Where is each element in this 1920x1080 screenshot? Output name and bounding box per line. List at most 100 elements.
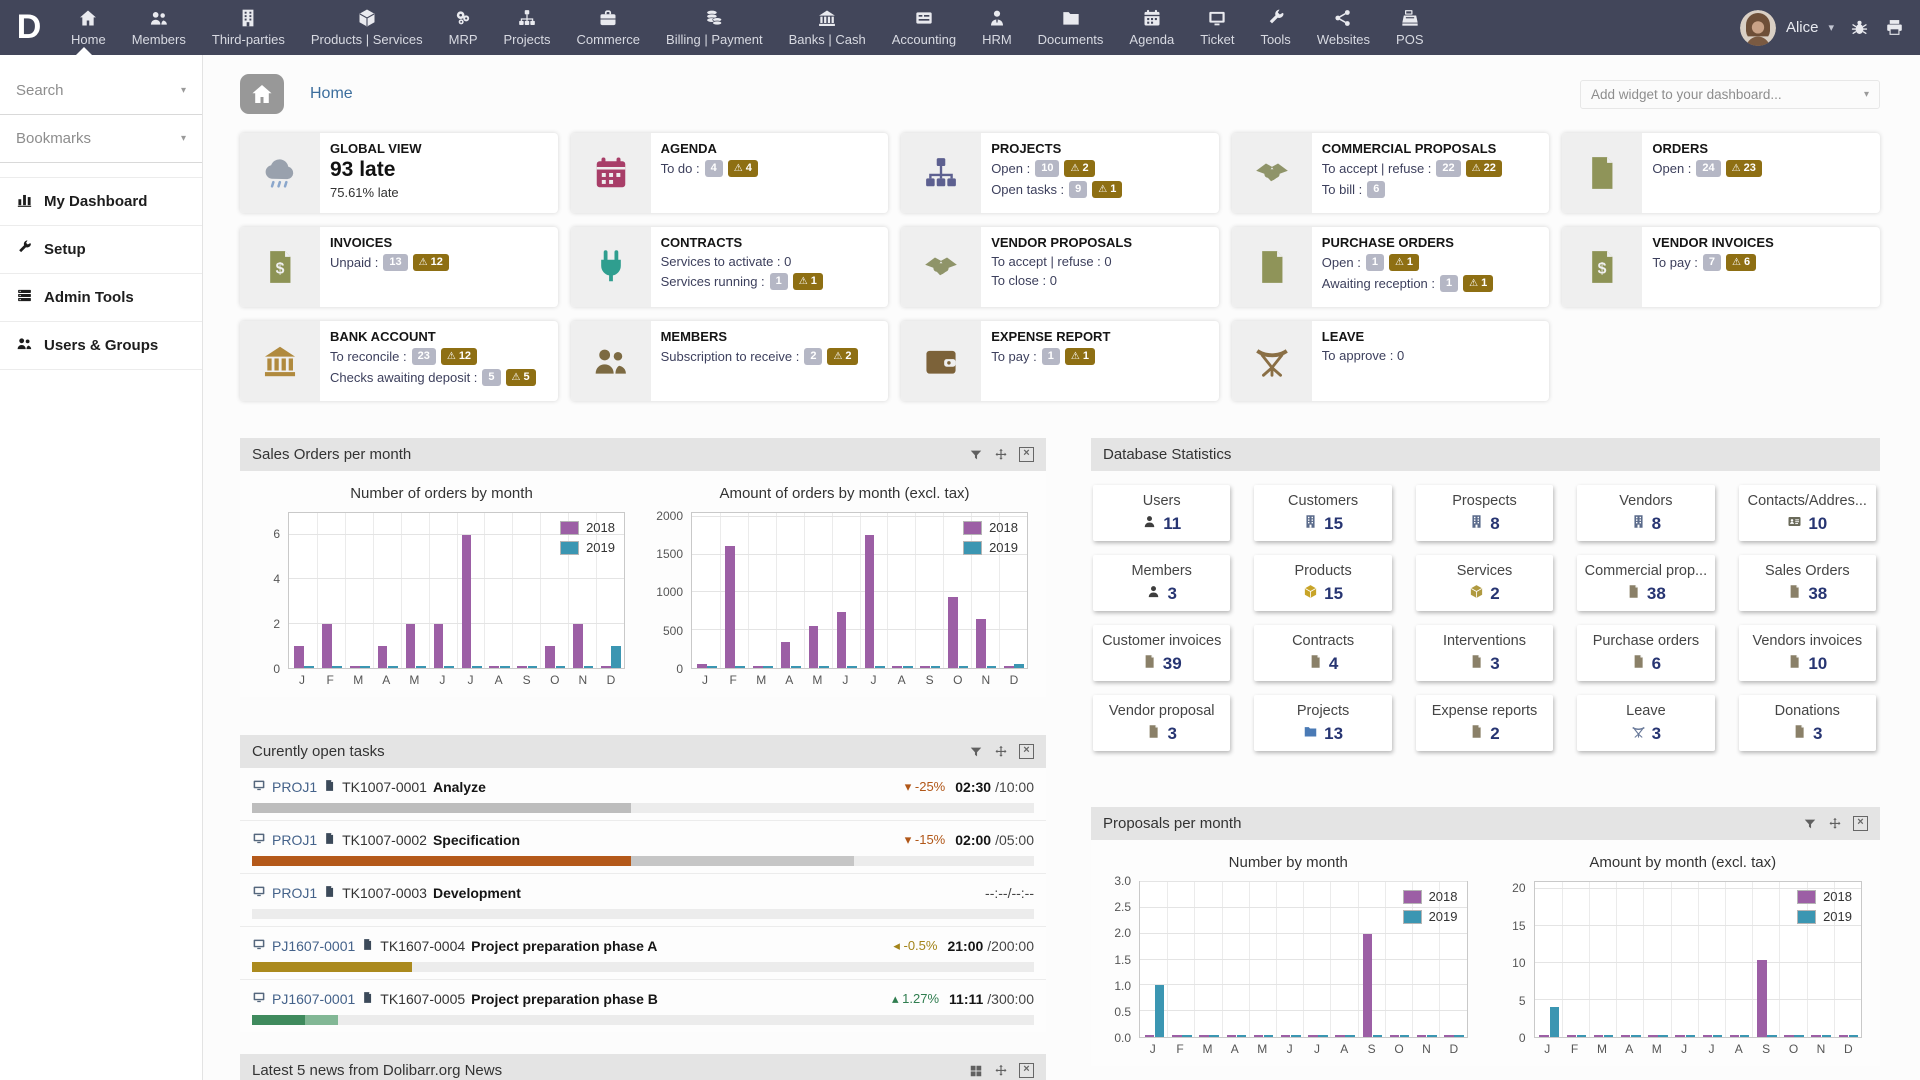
warning-badge[interactable]: ⚠ 12 — [440, 348, 478, 365]
move-icon[interactable] — [994, 745, 1008, 759]
grid-icon[interactable] — [969, 1064, 983, 1078]
add-widget-select[interactable]: Add widget to your dashboard... ▾ — [1580, 79, 1880, 109]
warning-badge[interactable]: ⚠ 6 — [1726, 254, 1757, 271]
task-name[interactable]: Project preparation phase A — [471, 938, 657, 954]
stat-vendor-proposal[interactable]: Vendor proposal 3 — [1093, 695, 1231, 751]
widget-members[interactable]: MEMBERS Subscription to receive :2 ⚠ 2 — [570, 321, 889, 401]
stat-leave[interactable]: Leave 3 — [1577, 695, 1715, 751]
nav-item-billing-payment[interactable]: Billing | Payment — [653, 0, 776, 55]
sidebar-item-setup[interactable]: Setup — [0, 226, 202, 274]
widget-bank-account[interactable]: BANK ACCOUNT To reconcile :23 ⚠ 12 Checks aw… — [240, 321, 558, 401]
nav-item-ticket[interactable]: Ticket — [1187, 0, 1247, 55]
count-badge[interactable]: 10 — [1035, 160, 1060, 177]
project-ref[interactable]: PJ1607-0001 — [272, 991, 355, 1007]
stat-vendors[interactable]: Vendors 8 — [1577, 485, 1715, 541]
stat-vendors-invoices[interactable]: Vendors invoices 10 — [1738, 625, 1876, 681]
widget-global-view[interactable]: GLOBAL VIEW 93 late 75.61% late — [240, 133, 558, 213]
count-badge[interactable]: 23 — [411, 348, 436, 365]
move-icon[interactable] — [994, 1064, 1008, 1078]
project-ref[interactable]: PROJ1 — [272, 885, 317, 901]
widget-vendor-invoices[interactable]: $ VENDOR INVOICES To pay :7 ⚠ 6 — [1562, 227, 1880, 307]
stat-users[interactable]: Users 11 — [1093, 485, 1231, 541]
stat-donations[interactable]: Donations 3 — [1738, 695, 1876, 751]
user-name[interactable]: Alice — [1786, 19, 1819, 36]
warning-badge[interactable]: ⚠ 2 — [827, 348, 858, 365]
project-ref[interactable]: PJ1607-0001 — [272, 938, 355, 954]
widget-vendor-proposals[interactable]: VENDOR PROPOSALS To accept | refuse : 0 To… — [901, 227, 1219, 307]
nav-item-banks-cash[interactable]: Banks | Cash — [776, 0, 879, 55]
chevron-down-icon[interactable]: ▾ — [1828, 21, 1834, 34]
warning-badge[interactable]: ⚠ 4 — [727, 160, 758, 177]
task-name[interactable]: Development — [433, 885, 521, 901]
project-ref[interactable]: PROJ1 — [272, 779, 317, 795]
app-logo[interactable]: D — [0, 0, 58, 55]
count-badge[interactable]: 7 — [1702, 254, 1722, 271]
close-icon[interactable]: × — [1853, 816, 1868, 831]
warning-badge[interactable]: ⚠ 22 — [1465, 160, 1502, 177]
count-badge[interactable]: 2 — [804, 348, 823, 365]
widget-agenda[interactable]: AGENDA To do :4 ⚠ 4 — [570, 133, 889, 213]
nav-item-tools[interactable]: Tools — [1247, 0, 1303, 55]
count-badge[interactable]: 6 — [1367, 181, 1386, 198]
funnel-icon[interactable] — [969, 448, 983, 462]
widget-invoices[interactable]: $ INVOICES Unpaid :13 ⚠ 12 — [240, 227, 558, 307]
task-ref[interactable]: TK1607-0004 — [380, 938, 465, 954]
widget-purchase-orders[interactable]: PURCHASE ORDERS Open :1 ⚠ 1 Awaiting recepti… — [1231, 227, 1550, 307]
stat-sales-orders[interactable]: Sales Orders 38 — [1738, 555, 1876, 611]
stat-prospects[interactable]: Prospects 8 — [1415, 485, 1554, 541]
nav-item-agenda[interactable]: Agenda — [1116, 0, 1187, 55]
count-badge[interactable]: 13 — [383, 254, 408, 271]
warning-badge[interactable]: ⚠ 1 — [1064, 348, 1095, 365]
nav-item-accounting[interactable]: Accounting — [879, 0, 969, 55]
move-icon[interactable] — [994, 448, 1008, 462]
warning-badge[interactable]: ⚠ 1 — [1463, 275, 1494, 292]
stat-contacts-addres[interactable]: Contacts/Addres... 10 — [1738, 485, 1876, 541]
widget-expense-report[interactable]: EXPENSE REPORT To pay :1 ⚠ 1 — [901, 321, 1219, 401]
home-icon[interactable] — [240, 74, 284, 114]
stat-interventions[interactable]: Interventions 3 — [1415, 625, 1554, 681]
task-name[interactable]: Analyze — [433, 779, 486, 795]
count-badge[interactable]: 24 — [1696, 160, 1721, 177]
count-badge[interactable]: 4 — [704, 160, 723, 177]
warning-badge[interactable]: ⚠ 2 — [1064, 160, 1095, 177]
widget-projects[interactable]: PROJECTS Open :10 ⚠ 2 Open tasks :9 ⚠ 1 — [901, 133, 1219, 213]
nav-item-projects[interactable]: Projects — [491, 0, 564, 55]
warning-badge[interactable]: ⚠ 5 — [505, 369, 536, 386]
bug-icon[interactable] — [1850, 18, 1869, 37]
nav-item-mrp[interactable]: MRP — [436, 0, 491, 55]
widget-contracts[interactable]: CONTRACTS Services to activate : 0 Service… — [570, 227, 889, 307]
close-icon[interactable]: × — [1019, 447, 1034, 462]
nav-item-members[interactable]: Members — [119, 0, 199, 55]
count-badge[interactable]: 9 — [1069, 181, 1088, 198]
project-ref[interactable]: PROJ1 — [272, 832, 317, 848]
count-badge[interactable]: 1 — [1440, 275, 1459, 292]
widget-commercial-proposals[interactable]: COMMERCIAL PROPOSALS To accept | refuse :… — [1231, 133, 1550, 213]
warning-badge[interactable]: ⚠ 1 — [792, 273, 823, 290]
sidebar-item-users-groups[interactable]: Users & Groups — [0, 322, 202, 370]
warning-badge[interactable]: ⚠ 23 — [1725, 160, 1762, 177]
stat-products[interactable]: Products 15 — [1254, 555, 1392, 611]
count-badge[interactable]: 1 — [1041, 348, 1060, 365]
page-title[interactable]: Home — [310, 85, 353, 103]
avatar[interactable] — [1739, 9, 1776, 46]
funnel-icon[interactable] — [969, 745, 983, 759]
close-icon[interactable]: × — [1019, 744, 1034, 759]
stat-commercial-prop[interactable]: Commercial prop... 38 — [1577, 555, 1715, 611]
task-name[interactable]: Specification — [433, 832, 520, 848]
nav-item-third-parties[interactable]: Third-parties — [199, 0, 298, 55]
sidebar-item-admin-tools[interactable]: Admin Tools — [0, 274, 202, 322]
warning-badge[interactable]: ⚠ 1 — [1388, 254, 1420, 271]
funnel-icon[interactable] — [1803, 817, 1817, 831]
bookmarks-select[interactable]: Bookmarks ▾ — [0, 115, 202, 163]
nav-item-websites[interactable]: Websites — [1304, 0, 1383, 55]
warning-badge[interactable]: ⚠ 12 — [412, 254, 449, 271]
widget-leave[interactable]: LEAVE To approve : 0 — [1231, 321, 1550, 401]
close-icon[interactable]: × — [1019, 1063, 1034, 1078]
task-ref[interactable]: TK1607-0005 — [380, 991, 465, 1007]
count-badge[interactable]: 1 — [769, 273, 788, 290]
stat-purchase-orders[interactable]: Purchase orders 6 — [1577, 625, 1715, 681]
nav-item-commerce[interactable]: Commerce — [563, 0, 653, 55]
printer-icon[interactable] — [1885, 18, 1904, 37]
stat-projects[interactable]: Projects 13 — [1254, 695, 1392, 751]
search-input[interactable]: Search ▾ — [0, 67, 202, 115]
